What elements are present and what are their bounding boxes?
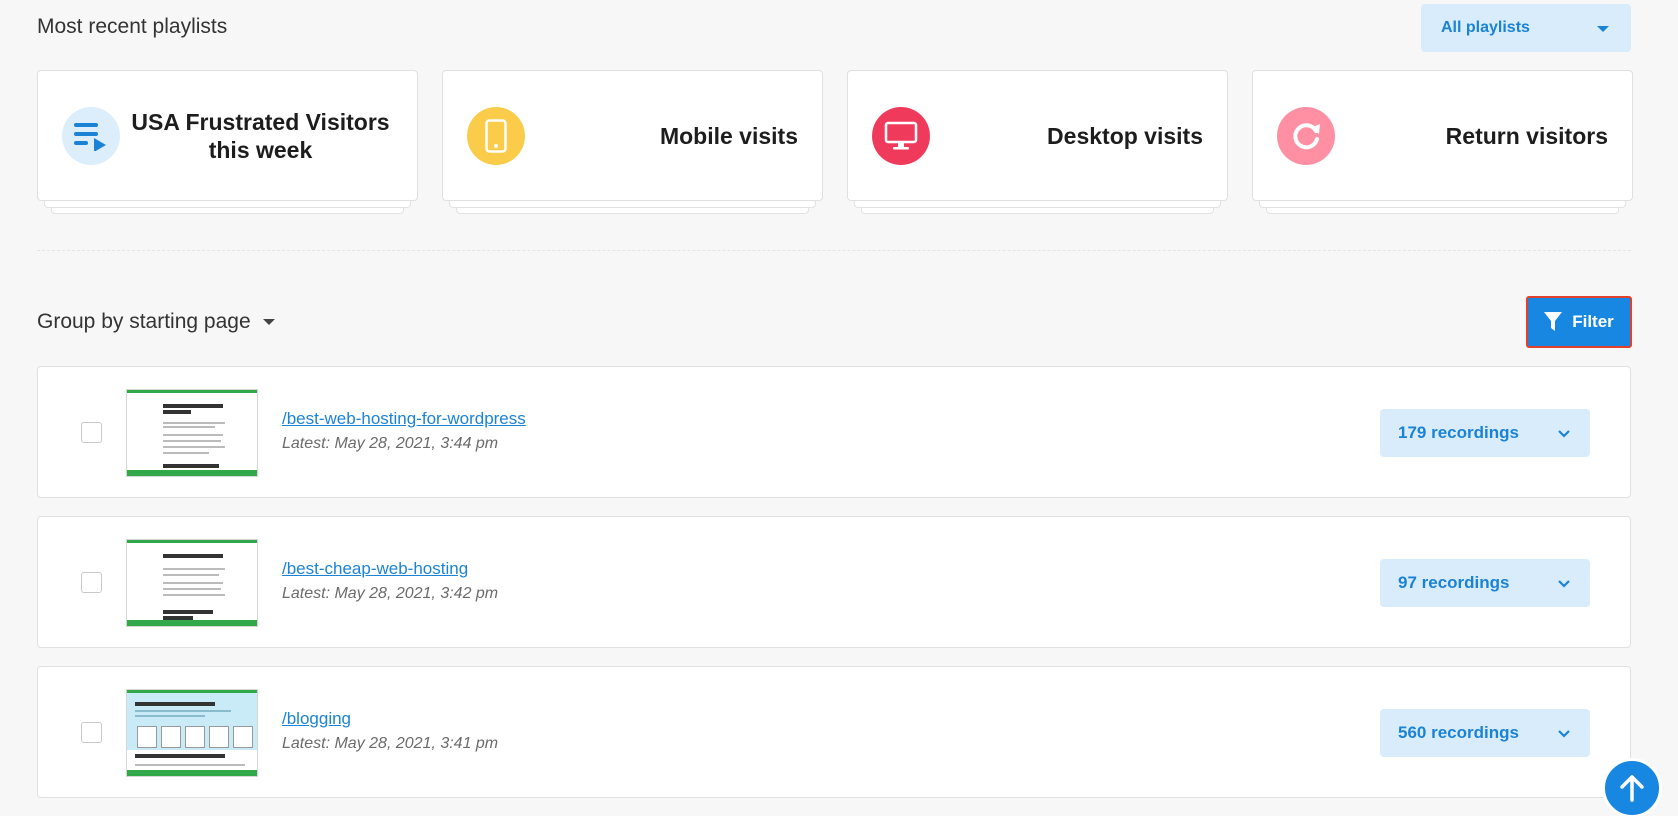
playlist-card-usa-frustrated[interactable]: USA Frustrated Visitors this week xyxy=(37,70,418,201)
list-item: /best-web-hosting-for-wordpress Latest: … xyxy=(37,366,1631,498)
group-by-dropdown[interactable]: Group by starting page xyxy=(37,310,275,334)
row-checkbox[interactable] xyxy=(81,422,102,443)
playlist-card-wrap: Return visitors xyxy=(1252,70,1633,214)
filter-icon xyxy=(1544,312,1563,331)
list-item: /blogging Latest: May 28, 2021, 3:41 pm … xyxy=(37,666,1631,798)
recordings-count: 560 recordings xyxy=(1398,723,1519,742)
recordings-count: 97 recordings xyxy=(1398,573,1510,592)
chevron-down-icon xyxy=(1558,430,1570,438)
page-thumbnail[interactable] xyxy=(126,389,258,477)
latest-timestamp: Latest: May 28, 2021, 3:44 pm xyxy=(282,435,499,452)
chevron-down-icon xyxy=(1558,580,1570,588)
page-thumbnail[interactable] xyxy=(126,539,258,627)
playlist-card-wrap: Mobile visits xyxy=(442,70,823,214)
row-checkbox[interactable] xyxy=(81,572,102,593)
playlist-card-wrap: Desktop visits xyxy=(847,70,1228,214)
playlist-card-mobile[interactable]: Mobile visits xyxy=(442,70,823,201)
caret-down-icon xyxy=(262,319,275,325)
group-by-label: Group by starting page xyxy=(37,310,251,333)
desktop-icon xyxy=(872,106,930,165)
refresh-icon xyxy=(1277,106,1335,165)
mobile-icon xyxy=(467,106,525,165)
arrow-up-icon xyxy=(1620,775,1644,802)
playlist-card-label: Mobile visits xyxy=(659,122,798,149)
playlist-card-label: Return visitors xyxy=(1445,122,1608,149)
playlist-select-label: All playlists xyxy=(1441,19,1530,36)
playlist-icon xyxy=(62,106,120,165)
playlist-card-label: USA Frustrated Visitors this week xyxy=(131,108,390,163)
scroll-to-top-button[interactable] xyxy=(1602,758,1662,816)
recordings-count: 179 recordings xyxy=(1398,423,1519,442)
list-item: /best-cheap-web-hosting Latest: May 28, … xyxy=(37,516,1631,648)
filter-button[interactable]: Filter xyxy=(1526,296,1632,348)
page-path-link[interactable]: /best-web-hosting-for-wordpress xyxy=(282,409,526,429)
section-title-recent-playlists: Most recent playlists xyxy=(37,15,228,38)
filter-button-label: Filter xyxy=(1572,312,1614,331)
playlist-card-desktop[interactable]: Desktop visits xyxy=(847,70,1228,201)
page-path-link[interactable]: /best-cheap-web-hosting xyxy=(282,559,468,579)
caret-down-icon xyxy=(1597,26,1609,32)
recordings-button[interactable]: 179 recordings xyxy=(1380,409,1590,457)
section-divider xyxy=(37,250,1631,251)
latest-timestamp: Latest: May 28, 2021, 3:42 pm xyxy=(282,585,499,602)
page-path-link[interactable]: /blogging xyxy=(282,709,351,729)
recordings-button[interactable]: 560 recordings xyxy=(1380,709,1590,757)
latest-timestamp: Latest: May 28, 2021, 3:41 pm xyxy=(282,735,499,752)
chevron-down-icon xyxy=(1558,730,1570,738)
recordings-button[interactable]: 97 recordings xyxy=(1380,559,1590,607)
row-checkbox[interactable] xyxy=(81,722,102,743)
playlist-card-wrap: USA Frustrated Visitors this week xyxy=(37,70,418,214)
playlist-card-return[interactable]: Return visitors xyxy=(1252,70,1633,201)
page-thumbnail[interactable] xyxy=(126,689,258,777)
playlist-card-label: Desktop visits xyxy=(1047,122,1203,149)
playlist-select[interactable]: All playlists xyxy=(1421,4,1631,52)
